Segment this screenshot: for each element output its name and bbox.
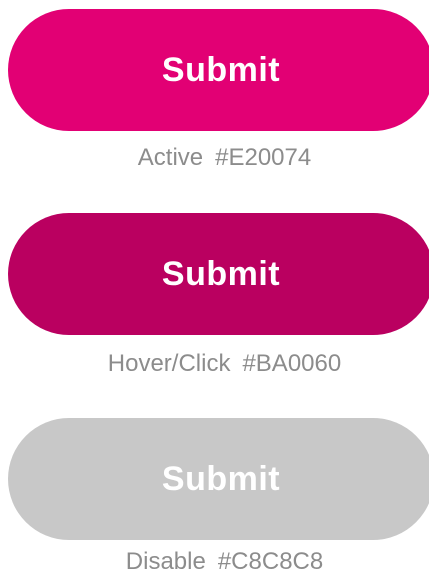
submit-button-active[interactable]: Submit xyxy=(8,9,429,131)
state-color-code: #E20074 xyxy=(215,144,312,171)
state-name: Disable xyxy=(125,548,206,575)
submit-button-label: Submit xyxy=(161,254,281,293)
state-color-code: #C8C8C8 xyxy=(217,548,324,575)
state-caption-hover: Hover/Click #BA0060 xyxy=(10,349,429,379)
state-caption-disabled: Disable #C8C8C8 xyxy=(10,547,429,577)
state-name: Active xyxy=(137,144,204,171)
state-color-code: #BA0060 xyxy=(242,350,342,377)
state-caption-active: Active #E20074 xyxy=(10,143,429,173)
submit-button-hover[interactable]: Submit xyxy=(8,213,429,335)
submit-button-disabled: Submit xyxy=(8,418,429,540)
submit-button-label: Submit xyxy=(161,50,281,89)
state-name: Hover/Click xyxy=(107,350,231,377)
submit-button-label: Submit xyxy=(161,459,281,498)
